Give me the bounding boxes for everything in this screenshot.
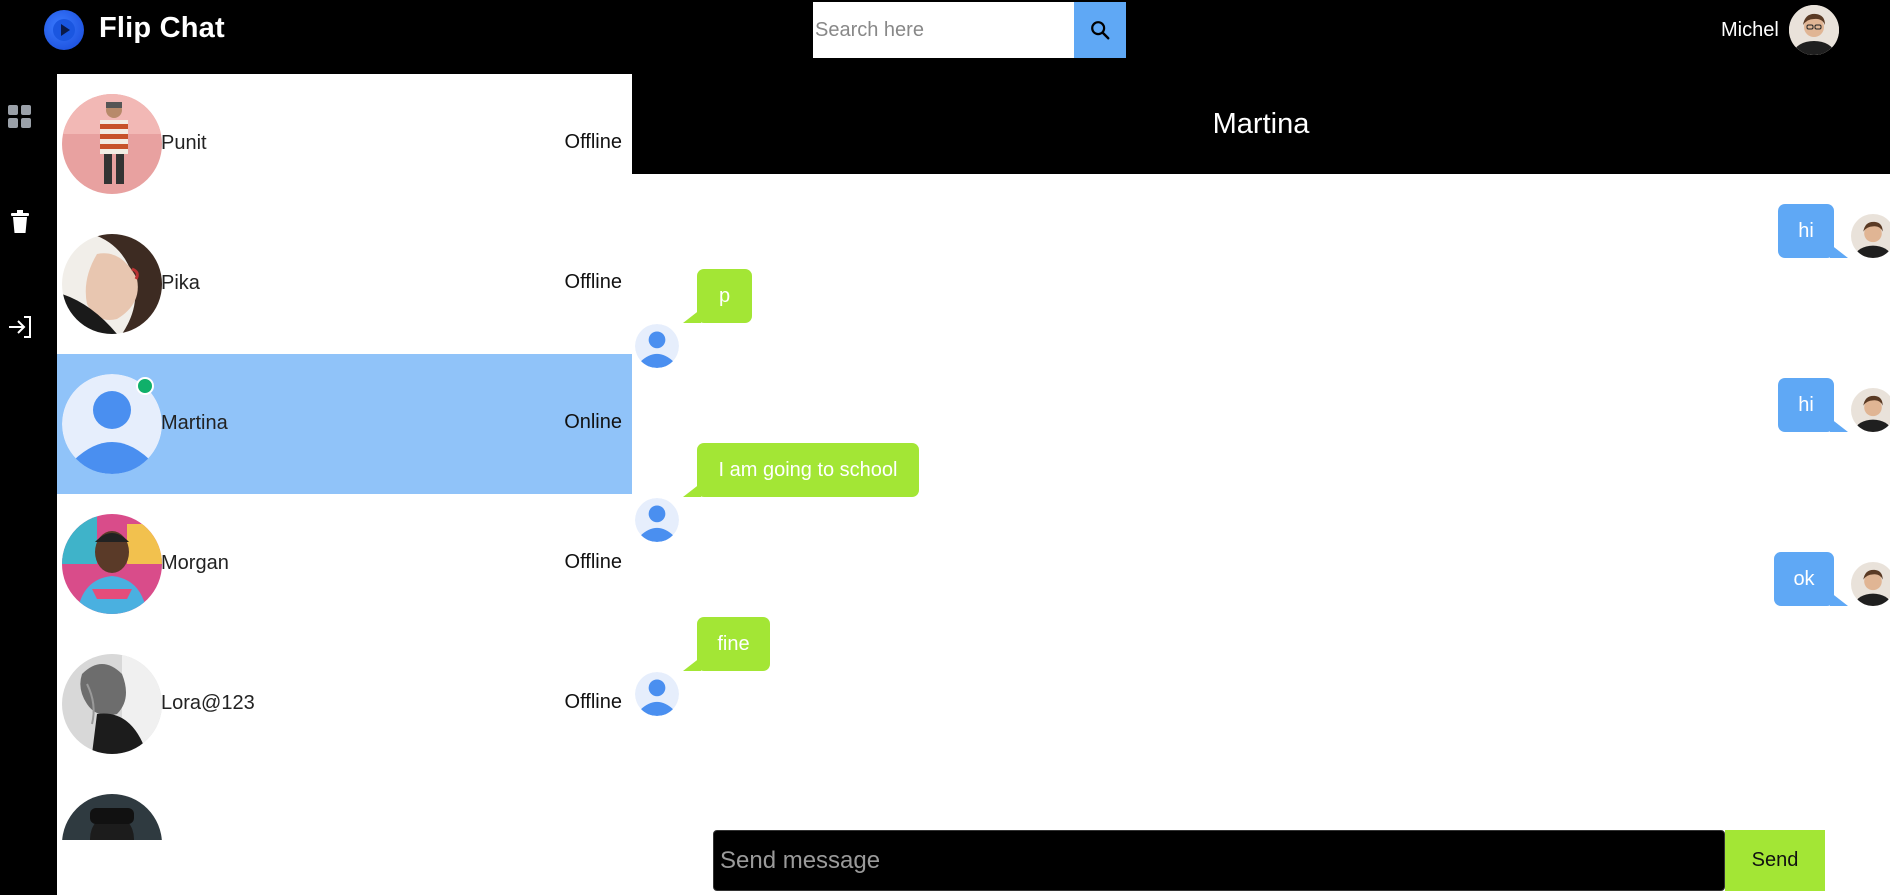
side-rail (0, 62, 57, 895)
bubble-tail (683, 657, 701, 671)
default-avatar-icon (635, 498, 679, 542)
chat-partner-name: Martina (1212, 107, 1310, 140)
contact-list: Punit Offline Pika Offline Martina Onlin… (57, 74, 632, 840)
message-bubble-incoming: p (697, 269, 752, 323)
sender-avatar (1851, 562, 1890, 606)
search-button[interactable] (1074, 2, 1126, 58)
search-icon (1091, 21, 1110, 40)
chat-header: Martina (632, 74, 1890, 174)
contact-item[interactable]: Punit Offline (57, 74, 632, 214)
app-title: Flip Chat (99, 12, 225, 44)
message-bubble-incoming: I am going to school (697, 443, 919, 497)
message-bubble-outgoing: ok (1774, 552, 1834, 606)
contact-avatar (62, 794, 162, 840)
message-bubble-incoming: fine (697, 617, 770, 671)
message-bubble-outgoing: hi (1778, 378, 1834, 432)
send-button[interactable]: Send (1725, 830, 1825, 891)
bubble-tail (1830, 418, 1848, 432)
trash-icon[interactable] (6, 208, 34, 236)
contact-name: Pika (161, 272, 200, 294)
current-user-avatar[interactable] (1789, 5, 1839, 55)
contact-status: Offline (564, 131, 622, 153)
current-user-name: Michel (1721, 19, 1779, 41)
contact-name: Lora@123 (161, 692, 255, 714)
contact-item[interactable] (57, 774, 632, 840)
top-bar: Flip Chat Michel (0, 0, 1890, 62)
contact-avatar (62, 654, 162, 754)
contact-avatar (62, 514, 162, 614)
default-avatar-icon (635, 324, 679, 368)
contact-avatar (62, 234, 162, 334)
grid-icon[interactable] (6, 103, 34, 131)
logout-icon[interactable] (6, 313, 34, 341)
online-indicator (136, 377, 154, 395)
bubble-tail (1830, 592, 1848, 606)
contact-item[interactable]: Lora@123 Offline (57, 634, 632, 774)
sender-avatar (1851, 388, 1890, 432)
contact-name: Punit (161, 132, 207, 154)
contact-status: Offline (564, 551, 622, 573)
contact-list-footer (57, 840, 632, 895)
message-input[interactable] (713, 830, 1725, 891)
message-bubble-outgoing: hi (1778, 204, 1834, 258)
default-avatar-icon (635, 672, 679, 716)
bubble-tail (683, 309, 701, 323)
contact-status: Online (564, 411, 622, 433)
sender-avatar (1851, 214, 1890, 258)
bubble-tail (683, 483, 701, 497)
contact-status: Offline (564, 271, 622, 293)
contact-item-active[interactable]: Martina Online (57, 354, 632, 494)
contact-name: Morgan (161, 552, 229, 574)
contact-status: Offline (564, 691, 622, 713)
bubble-tail (1830, 244, 1848, 258)
contact-item[interactable]: Morgan Offline (57, 494, 632, 634)
search-input[interactable] (813, 2, 1074, 58)
contact-avatar (62, 94, 162, 194)
contact-item[interactable]: Pika Offline (57, 214, 632, 354)
play-circle-icon[interactable] (44, 10, 84, 50)
contact-name: Martina (161, 412, 228, 434)
